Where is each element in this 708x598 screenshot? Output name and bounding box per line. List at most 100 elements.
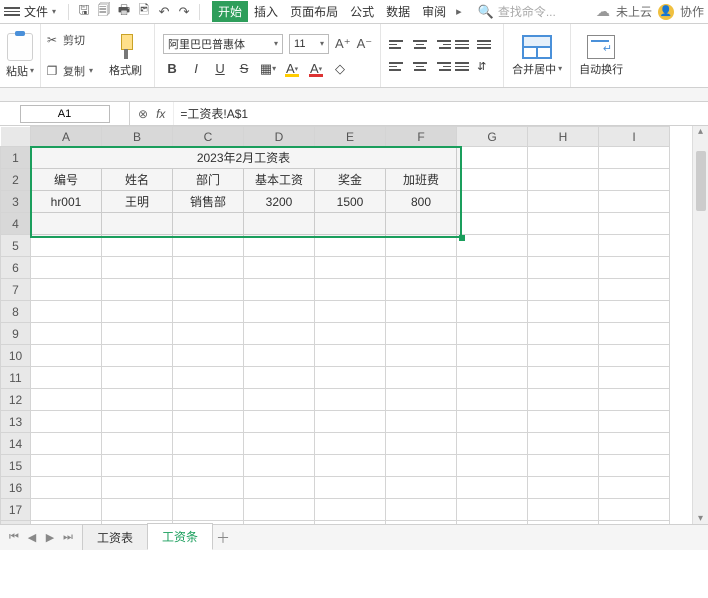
- cell[interactable]: [599, 301, 670, 323]
- fill-color-button[interactable]: A▾: [283, 60, 301, 78]
- cell[interactable]: [386, 213, 457, 235]
- cell[interactable]: [457, 169, 528, 191]
- cell[interactable]: [31, 257, 102, 279]
- cell[interactable]: [457, 279, 528, 301]
- cell[interactable]: [599, 323, 670, 345]
- cell[interactable]: [173, 301, 244, 323]
- cell[interactable]: [599, 433, 670, 455]
- sheet-tab-工资表[interactable]: 工资表: [82, 524, 148, 550]
- cell[interactable]: [599, 499, 670, 521]
- hamburger-icon[interactable]: [4, 4, 20, 20]
- cell[interactable]: [173, 367, 244, 389]
- sheet-tab-工资条[interactable]: 工资条: [147, 523, 213, 550]
- select-all-corner[interactable]: [1, 127, 31, 147]
- title-cell[interactable]: 2023年2月工资表: [31, 147, 457, 169]
- cell[interactable]: [315, 257, 386, 279]
- collab-label[interactable]: 协作: [680, 3, 704, 20]
- cloud-status-label[interactable]: 未上云: [616, 3, 652, 20]
- row-header-17[interactable]: 17: [1, 499, 31, 521]
- cell[interactable]: [315, 389, 386, 411]
- spreadsheet-grid[interactable]: ABCDEFGHI 12023年2月工资表2编号姓名部门基本工资奖金加班费3hr…: [0, 126, 708, 550]
- cell[interactable]: [173, 433, 244, 455]
- cell[interactable]: [244, 323, 315, 345]
- cell[interactable]: [386, 433, 457, 455]
- cell[interactable]: [386, 477, 457, 499]
- cell[interactable]: [244, 499, 315, 521]
- cell[interactable]: [457, 433, 528, 455]
- cell[interactable]: [599, 191, 670, 213]
- cell[interactable]: [457, 257, 528, 279]
- row-header-9[interactable]: 9: [1, 323, 31, 345]
- cell[interactable]: [457, 499, 528, 521]
- wrap-text-button[interactable]: 自动换行: [579, 35, 623, 77]
- cell[interactable]: [31, 433, 102, 455]
- cut-qat-icon[interactable]: 🖻: [135, 3, 153, 21]
- cell[interactable]: [244, 213, 315, 235]
- cell[interactable]: [244, 235, 315, 257]
- cell[interactable]: [244, 455, 315, 477]
- header-cell[interactable]: 加班费: [386, 169, 457, 191]
- row-header-7[interactable]: 7: [1, 279, 31, 301]
- row-header-3[interactable]: 3: [1, 191, 31, 213]
- cell[interactable]: [102, 455, 173, 477]
- cell[interactable]: [173, 213, 244, 235]
- row-header-14[interactable]: 14: [1, 433, 31, 455]
- cell[interactable]: [31, 367, 102, 389]
- align-left-button[interactable]: [389, 59, 407, 75]
- cell[interactable]: [386, 235, 457, 257]
- clear-format-button[interactable]: ◇: [331, 60, 349, 78]
- tab-insert[interactable]: 插入: [248, 1, 284, 22]
- tab-formula[interactable]: 公式: [344, 1, 380, 22]
- format-painter-button[interactable]: 格式刷: [103, 32, 148, 80]
- cell[interactable]: [528, 389, 599, 411]
- cell[interactable]: [315, 235, 386, 257]
- cell[interactable]: [386, 301, 457, 323]
- cell[interactable]: [599, 169, 670, 191]
- data-cell[interactable]: 3200: [244, 191, 315, 213]
- cell[interactable]: [528, 433, 599, 455]
- formula-input[interactable]: =工资表!A$1: [173, 102, 708, 125]
- col-header-G[interactable]: G: [457, 127, 528, 147]
- cell[interactable]: [244, 345, 315, 367]
- cell[interactable]: [599, 389, 670, 411]
- vertical-scrollbar[interactable]: ▴ ▾: [692, 126, 708, 524]
- cell[interactable]: [102, 279, 173, 301]
- cell[interactable]: [31, 345, 102, 367]
- cell[interactable]: [315, 433, 386, 455]
- tab-home[interactable]: 开始: [212, 1, 248, 22]
- col-header-B[interactable]: B: [102, 127, 173, 147]
- cell[interactable]: [528, 235, 599, 257]
- cell[interactable]: [315, 499, 386, 521]
- cell[interactable]: [315, 279, 386, 301]
- cell[interactable]: [102, 367, 173, 389]
- row-header-6[interactable]: 6: [1, 257, 31, 279]
- row-header-2[interactable]: 2: [1, 169, 31, 191]
- cell[interactable]: [315, 477, 386, 499]
- align-right-button[interactable]: [433, 59, 451, 75]
- cell[interactable]: [528, 499, 599, 521]
- data-cell[interactable]: 1500: [315, 191, 386, 213]
- col-header-A[interactable]: A: [31, 127, 102, 147]
- row-header-11[interactable]: 11: [1, 367, 31, 389]
- row-header-13[interactable]: 13: [1, 411, 31, 433]
- cell[interactable]: [457, 477, 528, 499]
- cell[interactable]: [244, 367, 315, 389]
- sheet-nav[interactable]: ⏮ ◀ ▶ ⏭: [0, 531, 82, 544]
- paste-button[interactable]: 粘贴▾: [6, 33, 34, 79]
- cell[interactable]: [599, 455, 670, 477]
- add-sheet-button[interactable]: ＋: [212, 528, 234, 548]
- italic-button[interactable]: I: [187, 60, 205, 78]
- cell[interactable]: [315, 323, 386, 345]
- cell[interactable]: [102, 433, 173, 455]
- cell[interactable]: [173, 257, 244, 279]
- cell[interactable]: [528, 147, 599, 169]
- row-header-5[interactable]: 5: [1, 235, 31, 257]
- print-icon[interactable]: 🖶: [115, 3, 133, 21]
- cell[interactable]: [173, 499, 244, 521]
- col-header-C[interactable]: C: [173, 127, 244, 147]
- row-header-15[interactable]: 15: [1, 455, 31, 477]
- cell[interactable]: [102, 213, 173, 235]
- cell[interactable]: [173, 477, 244, 499]
- tab-more-icon[interactable]: ▸: [452, 5, 466, 18]
- cell[interactable]: [528, 455, 599, 477]
